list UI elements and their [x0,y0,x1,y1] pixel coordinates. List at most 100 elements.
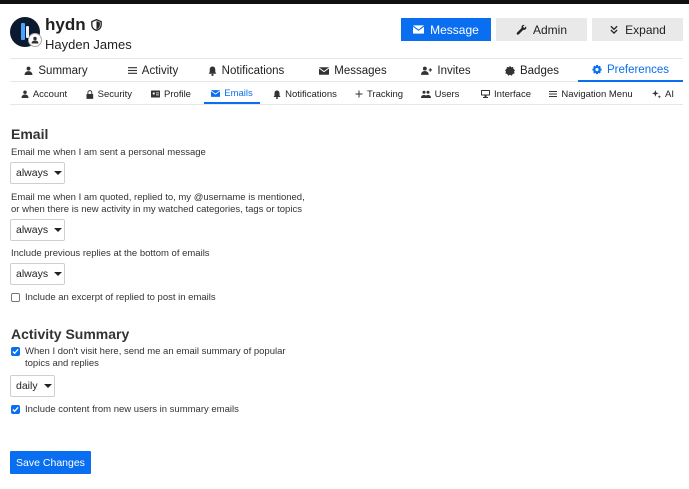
subtab-emails[interactable]: Emails [204,84,260,104]
tab-activity[interactable]: Activity [118,59,188,82]
username: hydn [45,15,86,34]
envelope-icon [211,89,221,97]
check-icon [12,348,19,355]
tab-preferences[interactable]: Preferences [578,59,683,82]
expand-button[interactable]: Expand [592,18,683,41]
badge-icon [504,65,515,76]
excerpt-checkbox[interactable] [11,293,20,302]
full-name: Hayden James [45,37,132,52]
save-changes-button[interactable]: Save Changes [10,451,91,474]
user-icon [28,33,42,47]
admin-button[interactable]: Admin [496,18,587,41]
caret-down-icon [54,228,63,232]
chevrons-down-icon [610,25,618,34]
subtab-security-label: Security [97,88,132,100]
subtab-users-label: Users [434,88,460,100]
subtab-profile[interactable]: Profile [150,84,192,104]
subtab-tracking-label: Tracking [366,88,404,100]
wrench-icon [516,24,527,35]
tab-messages-label: Messages [334,64,387,77]
profile-tabs: Summary Activity Notifications Messages … [10,58,683,82]
previous-replies-value: always [16,268,49,280]
tab-notifications[interactable]: Notifications [206,59,286,82]
subtab-tracking[interactable]: Tracking [354,84,404,104]
tab-notifications-label: Notifications [221,64,285,77]
tab-summary[interactable]: Summary [20,59,92,82]
top-bar [0,0,689,4]
quoted-select[interactable]: always [10,219,65,241]
subtab-navigation-menu-label: Navigation Menu [561,88,633,100]
subtab-notifications[interactable]: Notifications [272,84,338,104]
subtab-navigation-menu[interactable]: Navigation Menu [548,84,634,104]
previous-replies-label: Include previous replies at the bottom o… [11,248,210,259]
activity-summary-title: Activity Summary [11,326,130,342]
subtab-emails-label: Emails [224,87,253,99]
digest-frequency-value: daily [16,380,38,392]
excerpt-checkbox-row[interactable]: Include an excerpt of replied to post in… [11,292,216,304]
subtab-account[interactable]: Account [20,84,68,104]
check-icon [12,406,19,413]
list-icon [127,67,137,74]
users-icon [420,90,431,98]
digest-checkbox-row[interactable]: When I don't visit here, send me an emai… [11,346,286,370]
shield-icon [90,19,102,31]
new-users-label: Include content from new users in summar… [25,404,239,415]
previous-replies-select[interactable]: always [10,263,65,285]
caret-down-icon [54,272,63,276]
sparkle-icon [652,89,661,98]
tab-messages[interactable]: Messages [313,59,393,82]
user-plus-icon [421,66,433,75]
gear-icon [592,64,602,74]
subtab-security[interactable]: Security [86,84,132,104]
bell-icon [273,90,281,99]
quoted-label-line2: or when there is new activity in my watc… [11,204,302,215]
id-card-icon [151,90,161,98]
preferences-subtabs: Account Security Profile Emails Notifica… [10,84,683,105]
new-users-checkbox[interactable] [11,405,20,414]
tab-badges-label: Badges [519,64,559,77]
tab-preferences-label: Preferences [606,63,669,76]
desktop-icon [481,90,491,98]
personal-message-label: Email me when I am sent a personal messa… [11,147,206,158]
lock-icon [86,89,94,99]
subtab-ai[interactable]: AI [648,84,678,104]
tab-invites-label: Invites [437,64,471,77]
quoted-label-line1: Email me when I am quoted, replied to, m… [11,192,305,203]
user-icon [21,90,29,98]
admin-button-label: Admin [532,22,567,37]
tab-summary-label: Summary [38,64,88,77]
subtab-profile-label: Profile [164,88,191,100]
plus-icon [355,90,363,98]
personal-message-value: always [16,167,49,179]
digest-label-line1: When I don't visit here, send me an emai… [25,346,286,357]
caret-down-icon [54,171,63,175]
new-users-checkbox-row[interactable]: Include content from new users in summar… [11,404,239,416]
avatar[interactable] [10,17,42,47]
caret-down-icon [43,384,52,388]
quoted-value: always [16,224,49,236]
bell-icon [208,66,217,76]
email-section-title: Email [11,126,49,142]
tab-badges[interactable]: Badges [500,59,564,82]
username-heading: hydn [45,15,102,35]
tab-invites[interactable]: Invites [416,59,476,82]
subtab-notifications-label: Notifications [285,88,337,100]
subtab-ai-label: AI [665,88,674,100]
excerpt-label: Include an excerpt of replied to post in… [25,292,216,303]
envelope-icon [319,66,330,75]
bars-icon [549,91,558,97]
message-button[interactable]: Message [401,18,491,41]
subtab-interface[interactable]: Interface [478,84,534,104]
tab-activity-label: Activity [141,64,179,77]
subtab-users[interactable]: Users [420,84,460,104]
digest-checkbox[interactable] [11,347,20,356]
user-icon [24,66,33,75]
personal-message-select[interactable]: always [10,162,65,184]
subtab-account-label: Account [32,88,68,100]
expand-button-label: Expand [625,22,666,37]
envelope-icon [413,25,425,34]
subtab-interface-label: Interface [494,88,531,100]
digest-frequency-select[interactable]: daily [10,375,55,397]
digest-label-line2: topics and replies [25,358,99,369]
message-button-label: Message [430,22,479,37]
